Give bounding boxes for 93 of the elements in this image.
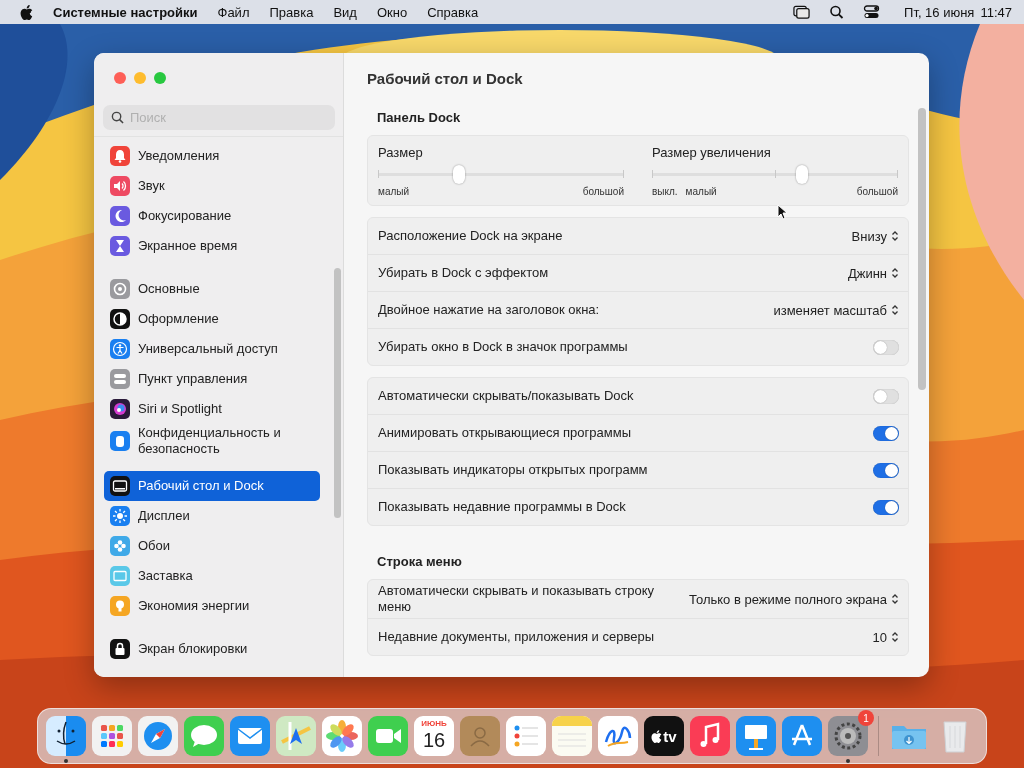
apple-logo-icon bbox=[651, 729, 663, 743]
menu-item[interactable]: Вид bbox=[333, 4, 357, 20]
slider-thumb[interactable] bbox=[796, 165, 809, 184]
chevron-up-down-icon bbox=[891, 593, 899, 605]
section-heading: Строка меню bbox=[376, 553, 463, 571]
setting-label: Анимировать открывающиеся программы bbox=[378, 424, 631, 442]
sidebar-item[interactable]: Конфиденциальность и безопасность bbox=[104, 424, 320, 458]
slider[interactable] bbox=[652, 165, 898, 184]
toggle-switch[interactable] bbox=[873, 462, 899, 478]
menu-item[interactable]: Файл bbox=[217, 4, 250, 20]
sidebar-item[interactable]: Уведомления bbox=[104, 141, 320, 171]
setting-label: Показывать индикаторы открытых программ bbox=[378, 461, 648, 479]
slider-thumb[interactable] bbox=[453, 165, 466, 184]
setting-label: Автоматически скрывать и показывать строку меню bbox=[378, 582, 656, 616]
sidebar-item[interactable]: Звук bbox=[104, 171, 320, 201]
toggles-icon[interactable] bbox=[863, 5, 881, 19]
chevron-up-down-icon bbox=[891, 230, 899, 242]
sidebar-item[interactable]: Экранное время bbox=[104, 231, 320, 261]
notification-badge: 1 bbox=[858, 710, 874, 726]
sidebar-item[interactable]: Рабочий стол и Dock bbox=[104, 471, 320, 501]
menu-item[interactable]: Правка bbox=[269, 4, 314, 20]
sidebar-item[interactable]: Дисплеи bbox=[104, 501, 320, 531]
mouse-pointer-icon bbox=[777, 204, 787, 220]
setting-label: Убирать окно в Dock в значок программы bbox=[378, 338, 628, 356]
sidebar-item[interactable]: Обои bbox=[104, 531, 320, 561]
app-grid-icon[interactable] bbox=[92, 716, 132, 756]
scrollbar-thumb[interactable] bbox=[334, 268, 341, 518]
checklist-icon[interactable] bbox=[506, 716, 546, 756]
popup-button[interactable]: изменяет масштаб bbox=[773, 302, 899, 318]
popup-button[interactable]: Только в режиме полного экрана bbox=[689, 591, 899, 607]
menu-item[interactable]: Справка bbox=[427, 4, 479, 20]
chevron-up-down-icon bbox=[891, 267, 899, 279]
dock-app-button[interactable]: ИЮНЬ 16 bbox=[414, 716, 454, 756]
slider-label: Размер bbox=[378, 145, 424, 160]
scribble-icon[interactable] bbox=[598, 716, 638, 756]
setting-label: Двойное нажатие на заголовок окна: bbox=[378, 301, 600, 319]
windows-icon[interactable] bbox=[793, 5, 811, 19]
toggle-switch[interactable] bbox=[873, 339, 899, 355]
toggle-switch[interactable] bbox=[873, 499, 899, 515]
flower-icon[interactable] bbox=[322, 716, 362, 756]
contact-card-icon[interactable] bbox=[460, 716, 500, 756]
sidebar-item[interactable]: Пункт управления bbox=[104, 364, 320, 394]
setting-label: Убирать в Dock с эффектом bbox=[378, 264, 549, 282]
popup-button[interactable]: 10 bbox=[872, 629, 899, 645]
speech-bubble-icon[interactable] bbox=[184, 716, 224, 756]
letter-a-icon[interactable] bbox=[782, 716, 822, 756]
tick-label: выкл. bbox=[652, 186, 678, 197]
apple-logo-icon[interactable] bbox=[20, 4, 33, 20]
setting-label: Расположение Dock на экране bbox=[378, 227, 563, 245]
popup-button[interactable]: Внизу bbox=[851, 228, 899, 244]
gear-icon[interactable] bbox=[828, 716, 868, 756]
setting-label: Недавние документы, приложения и серверы bbox=[378, 628, 654, 646]
sidebar-item[interactable]: Заставка bbox=[104, 561, 320, 591]
sidebar-item[interactable]: Фокусирование bbox=[104, 201, 320, 231]
app-menu[interactable]: Системные настройки bbox=[53, 4, 198, 20]
chevron-up-down-icon bbox=[891, 631, 899, 643]
setting-label: Показывать недавние программы в Dock bbox=[378, 498, 626, 516]
envelope-icon[interactable] bbox=[230, 716, 270, 756]
notepad-icon[interactable] bbox=[552, 716, 592, 756]
lectern-icon[interactable] bbox=[736, 716, 776, 756]
face-icon[interactable] bbox=[46, 716, 86, 756]
compass-icon[interactable] bbox=[138, 716, 178, 756]
sidebar-item[interactable]: Оформление bbox=[104, 304, 320, 334]
setting-label: Автоматически скрывать/показывать Dock bbox=[378, 387, 634, 405]
map-icon[interactable] bbox=[276, 716, 316, 756]
window-title: Рабочий стол и Dock bbox=[367, 70, 524, 89]
scrollbar-thumb[interactable] bbox=[918, 108, 926, 390]
toggle-switch[interactable] bbox=[873, 388, 899, 404]
search-icon[interactable] bbox=[828, 5, 846, 19]
tick-label: малый bbox=[378, 186, 410, 197]
slider[interactable] bbox=[378, 165, 624, 184]
search-icon bbox=[111, 110, 124, 124]
sidebar-item[interactable]: Экономия энергии bbox=[104, 591, 320, 621]
toggle-switch[interactable] bbox=[873, 425, 899, 441]
close-button[interactable] bbox=[114, 72, 126, 84]
section-heading: Панель Dock bbox=[376, 109, 462, 127]
menu-item[interactable]: Окно bbox=[376, 4, 408, 20]
chevron-up-down-icon bbox=[891, 304, 899, 316]
zoom-button[interactable] bbox=[154, 72, 166, 84]
sidebar-item[interactable]: Siri и Spotlight bbox=[104, 394, 320, 424]
tick-label: малый bbox=[685, 186, 717, 197]
tick-label: большой bbox=[856, 186, 898, 197]
popup-button[interactable]: Джинн bbox=[847, 265, 899, 281]
sidebar-item[interactable]: Основные bbox=[104, 274, 320, 304]
sidebar-item[interactable]: Универсальный доступ bbox=[104, 334, 320, 364]
tick-label: большой bbox=[582, 186, 624, 197]
slider-label: Размер увеличения bbox=[652, 145, 772, 160]
musical-note-icon[interactable] bbox=[690, 716, 730, 756]
sidebar-item[interactable]: Экран блокировки bbox=[104, 634, 320, 664]
dock-app-button[interactable]: tv bbox=[644, 716, 684, 756]
menu-bar-date[interactable]: Пт, 16 июня bbox=[904, 4, 975, 20]
video-camera-icon[interactable] bbox=[368, 716, 408, 756]
menu-bar-time[interactable]: 11:47 bbox=[980, 4, 1012, 20]
